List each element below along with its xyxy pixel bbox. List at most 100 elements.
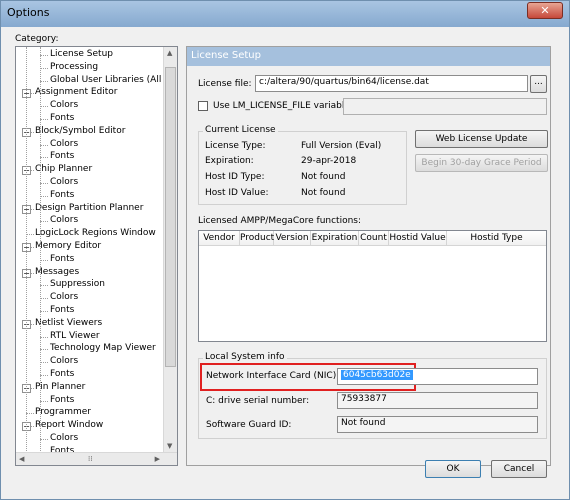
tree-item[interactable]: Colors <box>50 292 78 302</box>
software-guard-label: Software Guard ID: <box>206 420 292 430</box>
tree-horizontal-scrollbar[interactable]: ◀ ⁞⁞ ▶ <box>16 452 177 465</box>
tree-item[interactable]: Colors <box>50 100 78 110</box>
nic-id-value: 6045cb63d02e <box>341 370 413 380</box>
tree-item[interactable]: Global User Libraries (All Proje <box>50 74 178 85</box>
close-button[interactable]: ✕ <box>527 2 563 19</box>
tree-item-label: RTL Viewer <box>50 330 100 341</box>
tree-item[interactable]: Processing <box>50 62 98 72</box>
tree-item[interactable]: Fonts <box>50 113 74 123</box>
drive-serial-label: C: drive serial number: <box>206 396 310 406</box>
column-header-version[interactable]: Version <box>274 231 311 246</box>
scroll-left-icon[interactable]: ◀ <box>19 455 24 463</box>
scroll-down-icon[interactable]: ▼ <box>167 442 172 450</box>
tree-item[interactable]: Fonts <box>50 395 74 405</box>
tree-item[interactable]: Chip Planner <box>35 164 92 174</box>
tree-item-label: Global User Libraries (All Proje <box>50 74 178 85</box>
software-guard-field[interactable]: Not found <box>337 416 538 433</box>
close-icon: ✕ <box>540 4 550 17</box>
tree-item-label: Colors <box>50 138 79 149</box>
tree-item[interactable]: Fonts <box>50 190 74 200</box>
expiration-label: Expiration: <box>205 156 254 166</box>
cancel-button[interactable]: Cancel <box>491 460 547 478</box>
tree-item-label: Netlist Viewers <box>35 317 103 328</box>
tree-connector <box>40 439 48 440</box>
tree-item-label: Technology Map Viewer <box>50 343 156 354</box>
tree-item[interactable]: Fonts <box>50 254 74 264</box>
tree-item[interactable]: Design Partition Planner <box>35 203 143 213</box>
tree-item[interactable]: Colors <box>50 215 78 225</box>
tree-item-label: Colors <box>50 100 79 111</box>
tree-connector <box>40 375 48 376</box>
tree-item[interactable]: Block/Symbol Editor <box>35 126 125 136</box>
column-header-hostid-type[interactable]: Hostid Type <box>447 231 546 246</box>
tree-connector <box>40 144 48 146</box>
license-type-value: Full Version (Eval) <box>301 141 382 151</box>
tree-item[interactable]: Programmer <box>35 407 91 417</box>
tree-item[interactable]: Messages <box>35 267 79 277</box>
licensed-functions-table[interactable]: Vendor Product Version Expiration Count … <box>198 230 547 342</box>
column-header-expiration[interactable]: Expiration <box>311 231 359 246</box>
tree-item[interactable]: Fonts <box>50 151 74 161</box>
tree-item[interactable]: RTL Viewer <box>50 331 100 341</box>
tree-item-label: LogicLock Regions Window <box>35 228 156 239</box>
category-tree[interactable]: License Setup Processing Global User Libra… <box>15 46 178 466</box>
use-env-checkbox[interactable] <box>198 101 208 111</box>
tree-item[interactable]: Colors <box>50 433 78 443</box>
nic-id-field[interactable]: 6045cb63d02e <box>337 368 538 385</box>
browse-button[interactable]: ... <box>530 75 547 93</box>
category-label: Category: <box>15 34 59 44</box>
column-header-count[interactable]: Count <box>359 231 389 246</box>
scroll-thumb[interactable] <box>165 67 176 367</box>
tree-item[interactable]: Fonts <box>50 369 74 379</box>
tree-item[interactable]: Report Window <box>35 420 103 430</box>
expiration-value: 29-apr-2018 <box>301 156 357 166</box>
tree-item-label: Suppression <box>50 279 105 290</box>
tree-vertical-scrollbar[interactable]: ▲ ▼ <box>163 47 177 452</box>
licensed-functions-label: Licensed AMPP/MegaCore functions: <box>198 216 362 226</box>
tree-connector <box>40 157 48 159</box>
env-variable-input[interactable] <box>343 98 547 115</box>
tree-item-label: Processing <box>50 61 99 72</box>
current-license-title: Current License <box>203 125 278 135</box>
grace-period-button[interactable]: Begin 30-day Grace Period <box>415 154 548 172</box>
tree-item-label: Fonts <box>50 305 75 315</box>
tree-connector <box>26 413 34 415</box>
window-title: Options <box>7 6 50 19</box>
options-dialog: Options ✕ Category: License Setup Process… <box>0 0 570 500</box>
host-id-value-value: Not found <box>301 188 346 198</box>
column-header-product[interactable]: Product <box>240 231 274 246</box>
column-header-hostid-value[interactable]: Hostid Value <box>389 231 447 246</box>
tree-connector <box>40 298 48 300</box>
use-env-label: Use LM_LICENSE_FILE variable: <box>213 101 353 111</box>
tree-item-label: Chip Planner <box>35 164 93 175</box>
tree-item[interactable]: Pin Planner <box>35 382 85 392</box>
tree-item-label: License Setup <box>50 49 113 59</box>
tree-connector <box>26 234 34 236</box>
web-license-update-button[interactable]: Web License Update <box>415 130 548 148</box>
host-id-type-value: Not found <box>301 172 346 182</box>
ok-button[interactable]: OK <box>425 460 481 478</box>
tree-item[interactable]: Suppression <box>50 279 105 289</box>
tree-item[interactable]: Memory Editor <box>35 241 101 251</box>
host-id-value-label: Host ID Value: <box>205 188 269 198</box>
tree-item[interactable]: Colors <box>50 177 78 187</box>
license-file-input[interactable]: c:/altera/90/quartus/bin64/license.dat <box>255 75 528 92</box>
tree-item[interactable]: Fonts <box>50 305 74 315</box>
tree-item[interactable]: LogicLock Regions Window <box>35 228 156 238</box>
tree-item-label: Colors <box>50 433 79 443</box>
tree-item[interactable]: Assignment Editor <box>35 87 118 97</box>
scroll-up-icon[interactable]: ▲ <box>167 49 172 57</box>
tree-item[interactable]: Technology Map Viewer <box>50 343 156 353</box>
tree-connector <box>40 106 48 108</box>
tree-item-label: Fonts <box>50 369 75 379</box>
local-system-info-title: Local System info <box>203 352 287 362</box>
tree-item-label: Programmer <box>35 407 91 418</box>
scroll-right-icon[interactable]: ▶ <box>155 455 160 463</box>
column-header-vendor[interactable]: Vendor <box>199 231 240 246</box>
tree-item[interactable]: License Setup <box>50 49 113 59</box>
drive-serial-field[interactable]: 75933877 <box>337 392 538 409</box>
tree-item[interactable]: Colors <box>50 139 78 149</box>
tree-connector <box>40 349 48 351</box>
tree-item[interactable]: Netlist Viewers <box>35 318 102 328</box>
tree-item[interactable]: Colors <box>50 356 78 366</box>
